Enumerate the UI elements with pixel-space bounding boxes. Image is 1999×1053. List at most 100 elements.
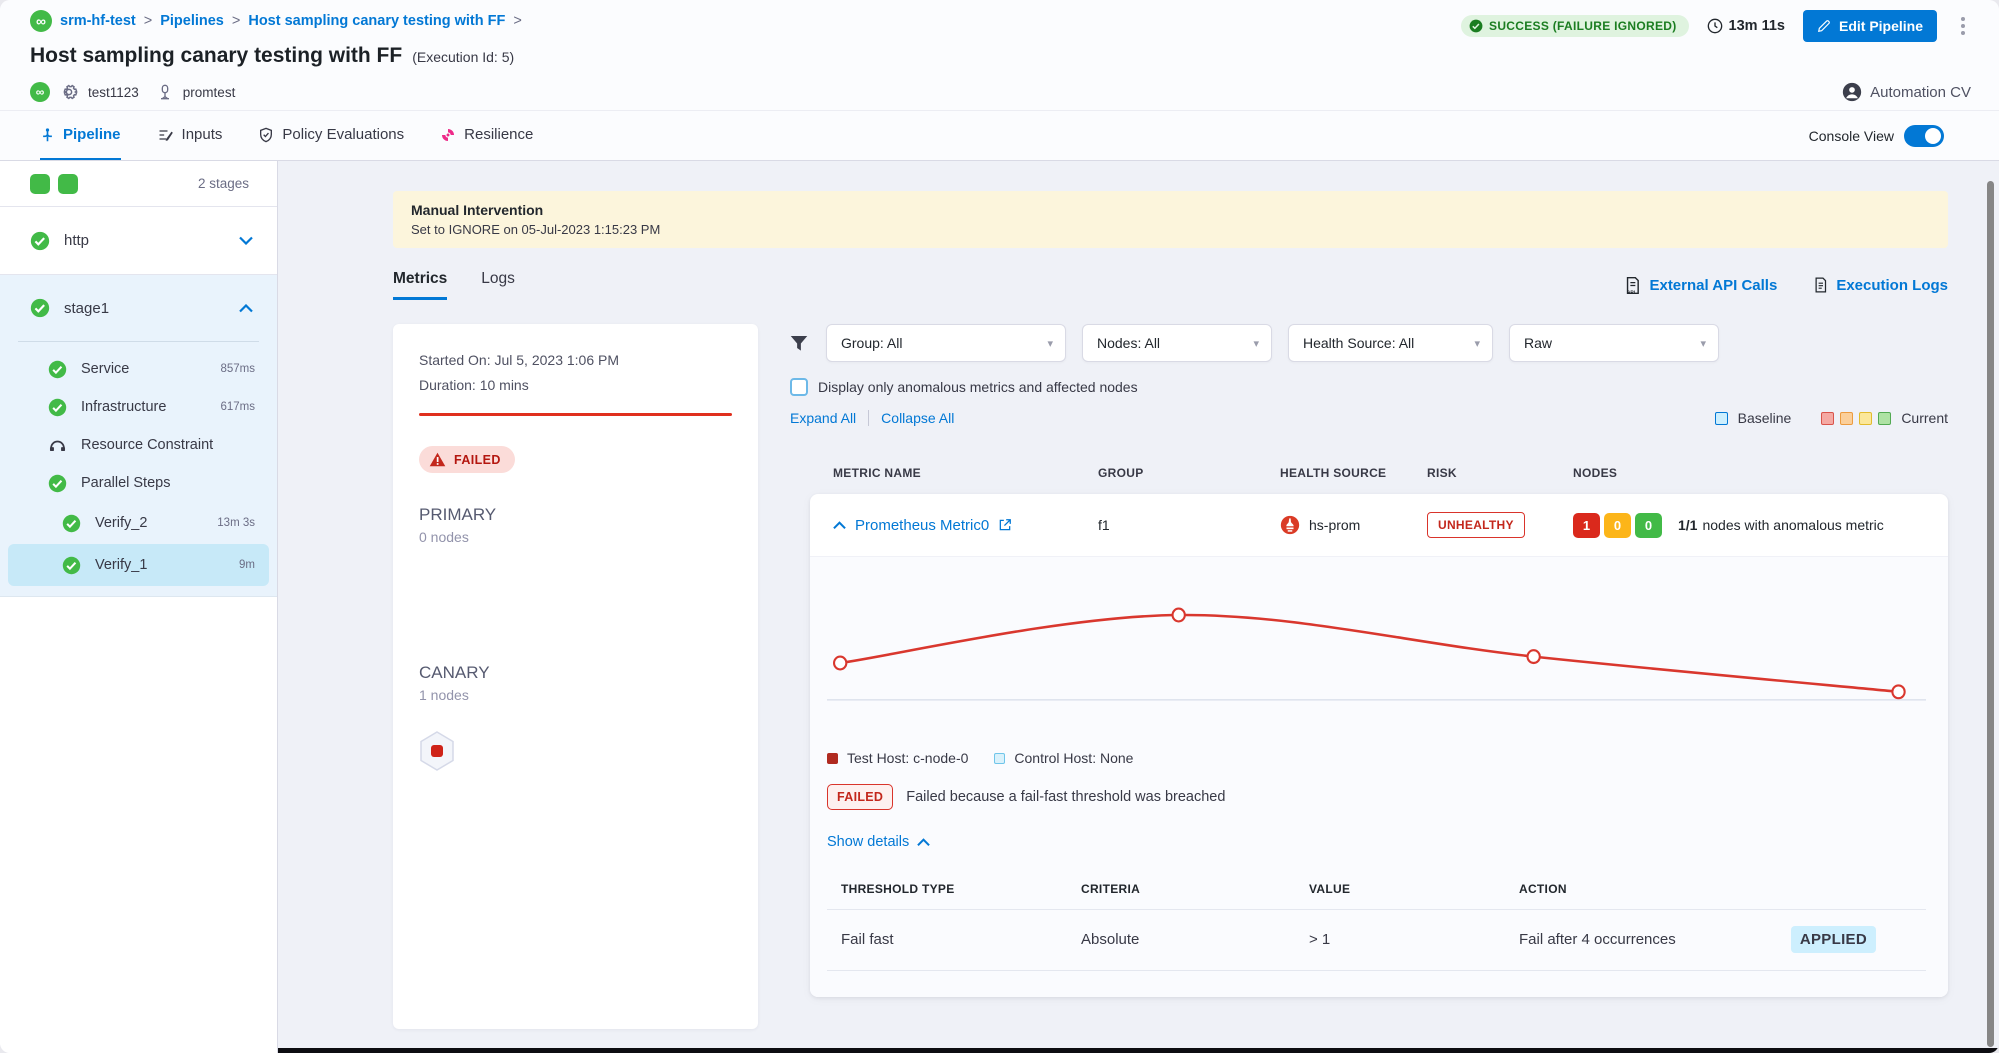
triggered-by: Automation CV bbox=[1842, 82, 1971, 102]
step-item-verify-1[interactable]: Verify_1 9m bbox=[8, 544, 269, 586]
breadcrumb-pipeline-name[interactable]: Host sampling canary testing with FF bbox=[248, 13, 505, 29]
data-mode-select[interactable]: Raw▾ bbox=[1509, 324, 1719, 362]
resilience-icon bbox=[440, 127, 456, 143]
anomalous-nodes-ratio: 1/1 bbox=[1678, 517, 1697, 533]
env-name[interactable]: promtest bbox=[183, 85, 236, 100]
step-details-panel: Manual Intervention Set to IGNORE on 05-… bbox=[278, 161, 1999, 1053]
show-details-link[interactable]: Show details bbox=[827, 834, 1926, 850]
shield-check-icon bbox=[258, 127, 274, 143]
tab-resilience[interactable]: Resilience bbox=[440, 111, 533, 160]
header-right: SUCCESS (FAILURE IGNORED) 13m 11s Edit P… bbox=[1461, 10, 1971, 102]
step-duration: 617ms bbox=[220, 401, 255, 413]
verification-content: Started On: Jul 5, 2023 1:06 PM Duration… bbox=[393, 324, 1948, 1029]
chart-color-legend: Baseline Current bbox=[1715, 410, 1948, 426]
collapse-chevron-up-icon[interactable] bbox=[833, 521, 846, 530]
tab-metrics[interactable]: Metrics bbox=[393, 270, 447, 300]
step-item-verify-2[interactable]: Verify_2 13m 3s bbox=[8, 502, 269, 544]
breadcrumb-project[interactable]: srm-hf-test bbox=[60, 13, 136, 29]
anomalous-filter-row: Display only anomalous metrics and affec… bbox=[790, 378, 1948, 396]
step-item-service[interactable]: Service 857ms bbox=[8, 350, 269, 388]
stage-item-stage1[interactable]: stage1 bbox=[0, 275, 277, 341]
tab-inputs[interactable]: Inputs bbox=[157, 111, 223, 160]
metric-row-header[interactable]: Prometheus Metric0 f1 hs-prom UNHEALTHY bbox=[810, 494, 1948, 556]
collapse-all-link[interactable]: Collapse All bbox=[881, 410, 954, 426]
divider bbox=[868, 410, 869, 426]
col-threshold-type: THRESHOLD TYPE bbox=[841, 882, 1081, 896]
meta-row: ∞ test1123 promtest bbox=[30, 82, 522, 102]
expand-all-link[interactable]: Expand All bbox=[790, 410, 856, 426]
chevron-up-icon[interactable] bbox=[239, 304, 253, 313]
health-source-filter-select[interactable]: Health Source: All▾ bbox=[1288, 324, 1493, 362]
execution-id: (Execution Id: 5) bbox=[412, 49, 514, 65]
pipeline-execution-page: ∞ srm-hf-test > Pipelines > Host samplin… bbox=[0, 0, 1999, 1053]
status-badge: SUCCESS (FAILURE IGNORED) bbox=[1461, 15, 1689, 37]
execution-logs-link[interactable]: Execution Logs bbox=[1813, 276, 1948, 294]
deployment-summary-card: Started On: Jul 5, 2023 1:06 PM Duration… bbox=[393, 324, 758, 1029]
nodes-filter-select[interactable]: Nodes: All▾ bbox=[1082, 324, 1272, 362]
metrics-analysis-area: Group: All▾ Nodes: All▾ Health Source: A… bbox=[790, 324, 1948, 997]
risk-badge: UNHEALTHY bbox=[1427, 512, 1525, 538]
more-options-icon[interactable] bbox=[1955, 13, 1971, 39]
resource-constraint-icon bbox=[48, 436, 67, 455]
breadcrumb-separator: > bbox=[144, 13, 152, 29]
header-left: ∞ srm-hf-test > Pipelines > Host samplin… bbox=[30, 10, 522, 102]
delegate-icon bbox=[157, 83, 173, 101]
console-view-label: Console View bbox=[1809, 128, 1894, 144]
breadcrumb: ∞ srm-hf-test > Pipelines > Host samplin… bbox=[30, 10, 522, 32]
clock-icon bbox=[1707, 18, 1723, 34]
chevron-down-icon[interactable] bbox=[239, 236, 253, 245]
tab-policy-evaluations[interactable]: Policy Evaluations bbox=[258, 111, 404, 160]
chevron-down-icon: ▾ bbox=[1474, 337, 1480, 350]
step-item-infrastructure[interactable]: Infrastructure 617ms bbox=[8, 388, 269, 426]
vertical-scrollbar[interactable] bbox=[1987, 181, 1994, 1047]
step-duration: 857ms bbox=[220, 363, 255, 375]
step-duration: 9m bbox=[239, 559, 255, 571]
metric-row-card: Prometheus Metric0 f1 hs-prom UNHEALTHY bbox=[810, 494, 1948, 997]
service-name[interactable]: test1123 bbox=[88, 85, 139, 100]
threshold-criteria: Absolute bbox=[1081, 931, 1309, 948]
host-legend: Test Host: c-node-0 Control Host: None bbox=[827, 750, 1926, 766]
filter-funnel-icon[interactable] bbox=[790, 335, 808, 352]
col-criteria: CRITERIA bbox=[1081, 882, 1309, 896]
user-name[interactable]: Automation CV bbox=[1870, 84, 1971, 101]
threshold-type: Fail fast bbox=[841, 931, 1081, 948]
console-view-control: Console View bbox=[1809, 111, 1944, 160]
anomalous-only-checkbox[interactable] bbox=[790, 378, 808, 396]
breadcrumb-pipelines[interactable]: Pipelines bbox=[160, 13, 224, 29]
console-view-toggle[interactable] bbox=[1904, 125, 1944, 147]
warning-triangle-icon bbox=[429, 452, 446, 467]
external-api-calls-link[interactable]: API External API Calls bbox=[1624, 276, 1777, 295]
col-metric-name: METRIC NAME bbox=[833, 466, 1098, 480]
success-check-icon bbox=[30, 298, 50, 318]
success-check-icon bbox=[30, 231, 50, 251]
stage-item-http[interactable]: http bbox=[0, 207, 277, 275]
anomalous-checkbox-label: Display only anomalous metrics and affec… bbox=[818, 379, 1138, 395]
metric-line-chart[interactable] bbox=[827, 575, 1926, 735]
stage-count-row: 2 stages bbox=[0, 161, 277, 207]
step-item-resource-constraint[interactable]: Resource Constraint bbox=[8, 426, 269, 464]
banner-title: Manual Intervention bbox=[411, 202, 1930, 218]
edit-pipeline-button[interactable]: Edit Pipeline bbox=[1803, 10, 1937, 42]
tab-pipeline[interactable]: Pipeline bbox=[40, 111, 121, 160]
canary-node-hexagon[interactable] bbox=[419, 731, 455, 771]
tab-logs[interactable]: Logs bbox=[481, 270, 515, 300]
group-filter-select[interactable]: Group: All▾ bbox=[826, 324, 1066, 362]
expand-collapse-row: Expand All Collapse All Baseline bbox=[790, 410, 1948, 426]
metric-name-link[interactable]: Prometheus Metric0 bbox=[855, 517, 989, 534]
test-host-swatch bbox=[827, 753, 838, 764]
gear-icon bbox=[60, 83, 78, 101]
api-document-icon: API bbox=[1624, 276, 1641, 295]
node-count-green-badge: 0 bbox=[1635, 513, 1662, 538]
node-count-red-badge: 1 bbox=[1573, 513, 1600, 538]
baseline-legend-swatch bbox=[1715, 412, 1728, 425]
threshold-table: THRESHOLD TYPE CRITERIA VALUE ACTION Fai… bbox=[827, 870, 1926, 971]
verification-duration: Duration: 10 mins bbox=[419, 373, 732, 398]
failure-reason-text: Failed because a fail-fast threshold was… bbox=[906, 789, 1225, 805]
external-link-icon[interactable] bbox=[998, 518, 1012, 532]
status-row: SUCCESS (FAILURE IGNORED) 13m 11s Edit P… bbox=[1461, 10, 1971, 42]
step-item-parallel-steps[interactable]: Parallel Steps bbox=[8, 464, 269, 502]
document-icon bbox=[1813, 276, 1828, 294]
canary-nodes-count: 1 nodes bbox=[419, 687, 732, 703]
metric-group: f1 bbox=[1098, 517, 1280, 533]
stage-sidebar: 2 stages http stage1 Service bbox=[0, 161, 278, 1053]
